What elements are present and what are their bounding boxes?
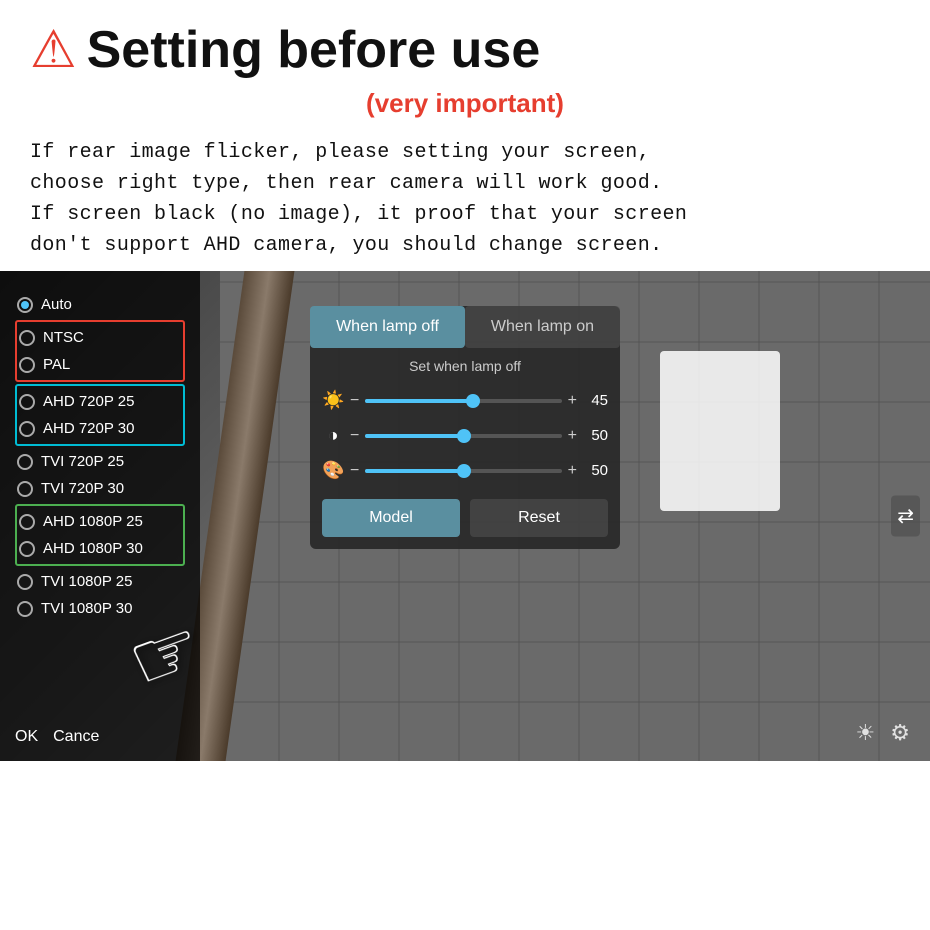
radio-ahd1080p25[interactable] [19, 514, 35, 530]
menu-label-ntsc: NTSC [43, 329, 84, 346]
menu-label-tvi1080p30: TVI 1080P 30 [41, 600, 132, 617]
brightness-thumb[interactable] [466, 394, 480, 408]
subtitle: (very important) [30, 88, 900, 119]
brightness-minus[interactable]: − [350, 392, 359, 410]
contrast-track[interactable] [365, 434, 561, 438]
brightness-track[interactable] [365, 399, 561, 403]
saturation-minus[interactable]: − [350, 462, 359, 480]
menu-label-ahd1080p25: AHD 1080P 25 [43, 513, 143, 530]
menu-item-tvi720p30[interactable]: TVI 720P 30 [15, 475, 185, 502]
model-button[interactable]: Model [322, 499, 460, 537]
saturation-icon: 🎨 [322, 460, 344, 481]
radio-tvi720p30[interactable] [17, 481, 33, 497]
saturation-plus[interactable]: + [568, 462, 577, 480]
contrast-fill [365, 434, 463, 438]
warning-icon: ⚠ [30, 20, 77, 80]
red-box-group: NTSC PAL [15, 320, 185, 382]
radio-tvi1080p30[interactable] [17, 601, 33, 617]
menu-item-ahd1080p30[interactable]: AHD 1080P 30 [17, 535, 183, 562]
brightness-slider-row: ☀️ − + 45 [310, 386, 620, 415]
menu-label-tvi720p25: TVI 720P 25 [41, 453, 124, 470]
brightness-icon: ☀️ [322, 390, 344, 411]
contrast-icon: ◑ [322, 425, 344, 446]
brightness-value: 45 [583, 392, 608, 409]
page-title: Setting before use [87, 20, 541, 80]
menu-label-ahd1080p30: AHD 1080P 30 [43, 540, 143, 557]
green-box-group: AHD 1080P 25 AHD 1080P 30 [15, 504, 185, 566]
radio-ahd1080p30[interactable] [19, 541, 35, 557]
screenshot-area: Auto NTSC PAL AHD 720P 25 AHD 720P 30 [0, 271, 930, 761]
radio-pal[interactable] [19, 357, 35, 373]
menu-item-ahd720p25[interactable]: AHD 720P 25 [17, 388, 183, 415]
radio-ahd720p30[interactable] [19, 421, 35, 437]
tab-row: When lamp off When lamp on [310, 306, 620, 348]
contrast-minus[interactable]: − [350, 427, 359, 445]
saturation-thumb[interactable] [457, 464, 471, 478]
menu-label-pal: PAL [43, 356, 70, 373]
brightness-plus[interactable]: + [568, 392, 577, 410]
cancel-button[interactable]: Cance [53, 728, 99, 746]
menu-item-ahd1080p25[interactable]: AHD 1080P 25 [17, 508, 183, 535]
menu-item-ntsc[interactable]: NTSC [17, 324, 183, 351]
saturation-track[interactable] [365, 469, 561, 473]
panel-buttons: Model Reset [310, 491, 620, 537]
transfer-icon[interactable]: ⇄ [891, 496, 920, 537]
contrast-value: 50 [583, 427, 608, 444]
menu-item-ahd720p30[interactable]: AHD 720P 30 [17, 415, 183, 442]
menu-bottom: OK Cance [15, 728, 99, 746]
radio-auto[interactable] [17, 297, 33, 313]
contrast-thumb[interactable] [457, 429, 471, 443]
reset-button[interactable]: Reset [470, 499, 608, 537]
settings-panel: When lamp off When lamp on Set when lamp… [310, 306, 620, 549]
menu-item-tvi1080p25[interactable]: TVI 1080P 25 [15, 568, 185, 595]
menu-label-ahd720p30: AHD 720P 30 [43, 420, 134, 437]
radio-tvi720p25[interactable] [17, 454, 33, 470]
menu-label-ahd720p25: AHD 720P 25 [43, 393, 134, 410]
tab-lamp-off[interactable]: When lamp off [310, 306, 465, 348]
menu-item-auto[interactable]: Auto [15, 291, 185, 318]
radio-ntsc[interactable] [19, 330, 35, 346]
description: If rear image flicker, please setting yo… [30, 137, 900, 261]
ok-button[interactable]: OK [15, 728, 38, 746]
tab-lamp-on[interactable]: When lamp on [465, 306, 620, 348]
contrast-slider-row: ◑ − + 50 [310, 421, 620, 450]
bright-spot [660, 351, 780, 511]
brightness-setting-icon[interactable]: ☀ [856, 720, 876, 746]
saturation-value: 50 [583, 462, 608, 479]
menu-item-tvi720p25[interactable]: TVI 720P 25 [15, 448, 185, 475]
menu-label-tvi1080p25: TVI 1080P 25 [41, 573, 132, 590]
top-section: ⚠ Setting before use (very important) If… [0, 0, 930, 271]
radio-ahd720p25[interactable] [19, 394, 35, 410]
panel-section-title: Set when lamp off [310, 358, 620, 374]
brightness-fill [365, 399, 473, 403]
gear-icon[interactable]: ⚙ [890, 720, 910, 746]
saturation-slider-row: 🎨 − + 50 [310, 456, 620, 485]
bottom-right-icons: ☀ ⚙ [856, 720, 910, 746]
cyan-box-group: AHD 720P 25 AHD 720P 30 [15, 384, 185, 446]
title-row: ⚠ Setting before use [30, 20, 900, 80]
radio-tvi1080p25[interactable] [17, 574, 33, 590]
contrast-plus[interactable]: + [568, 427, 577, 445]
menu-item-pal[interactable]: PAL [17, 351, 183, 378]
menu-label-auto: Auto [41, 296, 72, 313]
menu-label-tvi720p30: TVI 720P 30 [41, 480, 124, 497]
saturation-fill [365, 469, 463, 473]
